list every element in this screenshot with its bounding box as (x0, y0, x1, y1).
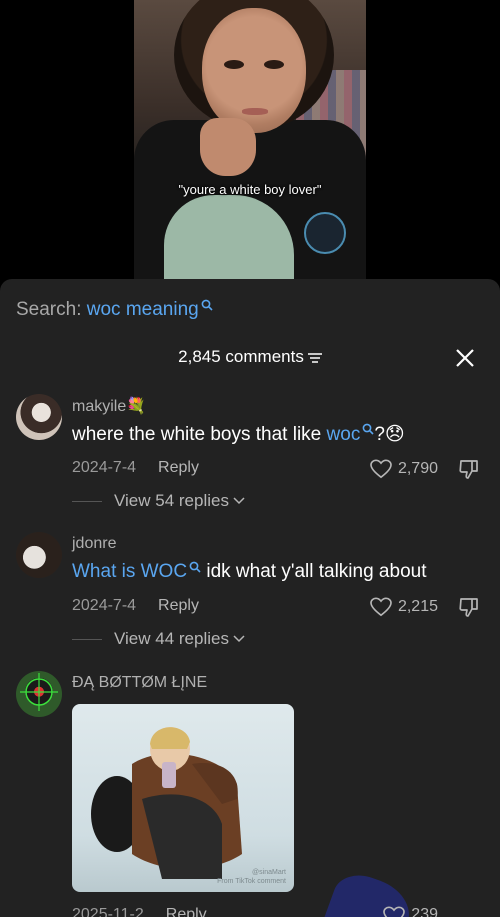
like-button[interactable]: 239 (383, 906, 438, 917)
comment-meta: 2025-11-2 Reply (72, 906, 207, 917)
mouth (242, 108, 268, 115)
comment-search-link[interactable]: What is WOC (72, 561, 187, 582)
replies-divider (72, 500, 102, 502)
comment-text: where the white boys that like woc ?😞 (72, 423, 405, 446)
comment-search-link[interactable]: woc (327, 424, 361, 445)
video-subject-hand (200, 118, 256, 176)
heart-icon (370, 597, 392, 617)
eye-right (264, 60, 284, 69)
comment-text-part: idk what y'all talking about (201, 561, 427, 582)
reply-button[interactable]: Reply (158, 459, 199, 476)
search-icon (362, 423, 374, 435)
comment-media-image[interactable]: @sinaMart From TikTok comment (72, 704, 294, 892)
dislike-icon[interactable] (458, 596, 480, 618)
replies-divider (72, 638, 102, 640)
search-prefix: Search: (16, 299, 82, 320)
comments-header: 2,845 comments (0, 347, 500, 367)
avatar[interactable] (16, 394, 62, 440)
heart-icon (383, 906, 406, 917)
comment-date: 2024-7-4 (72, 597, 137, 614)
search-icon (189, 561, 201, 573)
comment-text-part: ?😞 (374, 424, 405, 445)
illustration-hug (91, 727, 242, 879)
chevron-down-icon (233, 635, 245, 643)
avatar[interactable] (16, 671, 62, 717)
view-replies-label: View 44 replies (114, 629, 229, 648)
search-term[interactable]: woc meaning (87, 299, 199, 320)
video-player[interactable]: "youre a white boy lover" (0, 0, 500, 300)
comment-meta: 2024-7-4 Reply (72, 597, 199, 615)
media-watermark: @sinaMart From TikTok comment (217, 868, 286, 886)
video-caption: "youre a white boy lover" (178, 182, 322, 197)
reply-button[interactable]: Reply (158, 597, 199, 614)
eye-left (224, 60, 244, 69)
crosshair-icon (20, 673, 58, 711)
search-suggestion[interactable]: Search: woc meaning (16, 299, 213, 321)
watermark-handle: @sinaMart (252, 869, 286, 876)
heart-icon (370, 459, 392, 479)
like-count: 2,790 (397, 460, 438, 477)
like-count: 2,215 (397, 598, 438, 615)
like-button[interactable]: 2,215 (370, 597, 438, 617)
comment-text: What is WOC idk what y'all talking about (72, 561, 426, 583)
view-replies-button[interactable]: View 54 replies (72, 491, 245, 511)
dislike-icon[interactable] (458, 458, 480, 480)
comment-date: 2024-7-4 (72, 459, 137, 476)
comment-username[interactable]: makyile💐 (72, 396, 146, 416)
video-subject-face (202, 8, 306, 133)
filter-icon[interactable] (307, 352, 322, 364)
like-count: 239 (411, 906, 438, 917)
shirt-logo-icon (304, 212, 346, 254)
avatar[interactable] (16, 532, 62, 578)
comment-username[interactable]: jdonre (72, 535, 116, 553)
reply-button[interactable]: Reply (166, 906, 207, 917)
like-button[interactable]: 2,790 (370, 459, 438, 479)
comments-sheet: Search: woc meaning 2,845 comments makyi… (0, 279, 500, 917)
view-replies-button[interactable]: View 44 replies (72, 629, 245, 649)
comment-meta: 2024-7-4 Reply (72, 459, 199, 477)
search-icon (201, 299, 213, 311)
comment-username[interactable]: ĐĄ BØTTØM ŁĮNE (72, 674, 207, 692)
video-frame[interactable] (134, 0, 366, 300)
chevron-down-icon (233, 497, 245, 505)
close-icon[interactable] (454, 347, 476, 369)
comments-count: 2,845 comments (178, 347, 304, 366)
view-replies-label: View 54 replies (114, 491, 229, 510)
comment-text-part: where the white boys that like (72, 424, 327, 445)
comment-date: 2025-11-2 (72, 906, 144, 917)
watermark-source: From TikTok comment (217, 878, 286, 885)
